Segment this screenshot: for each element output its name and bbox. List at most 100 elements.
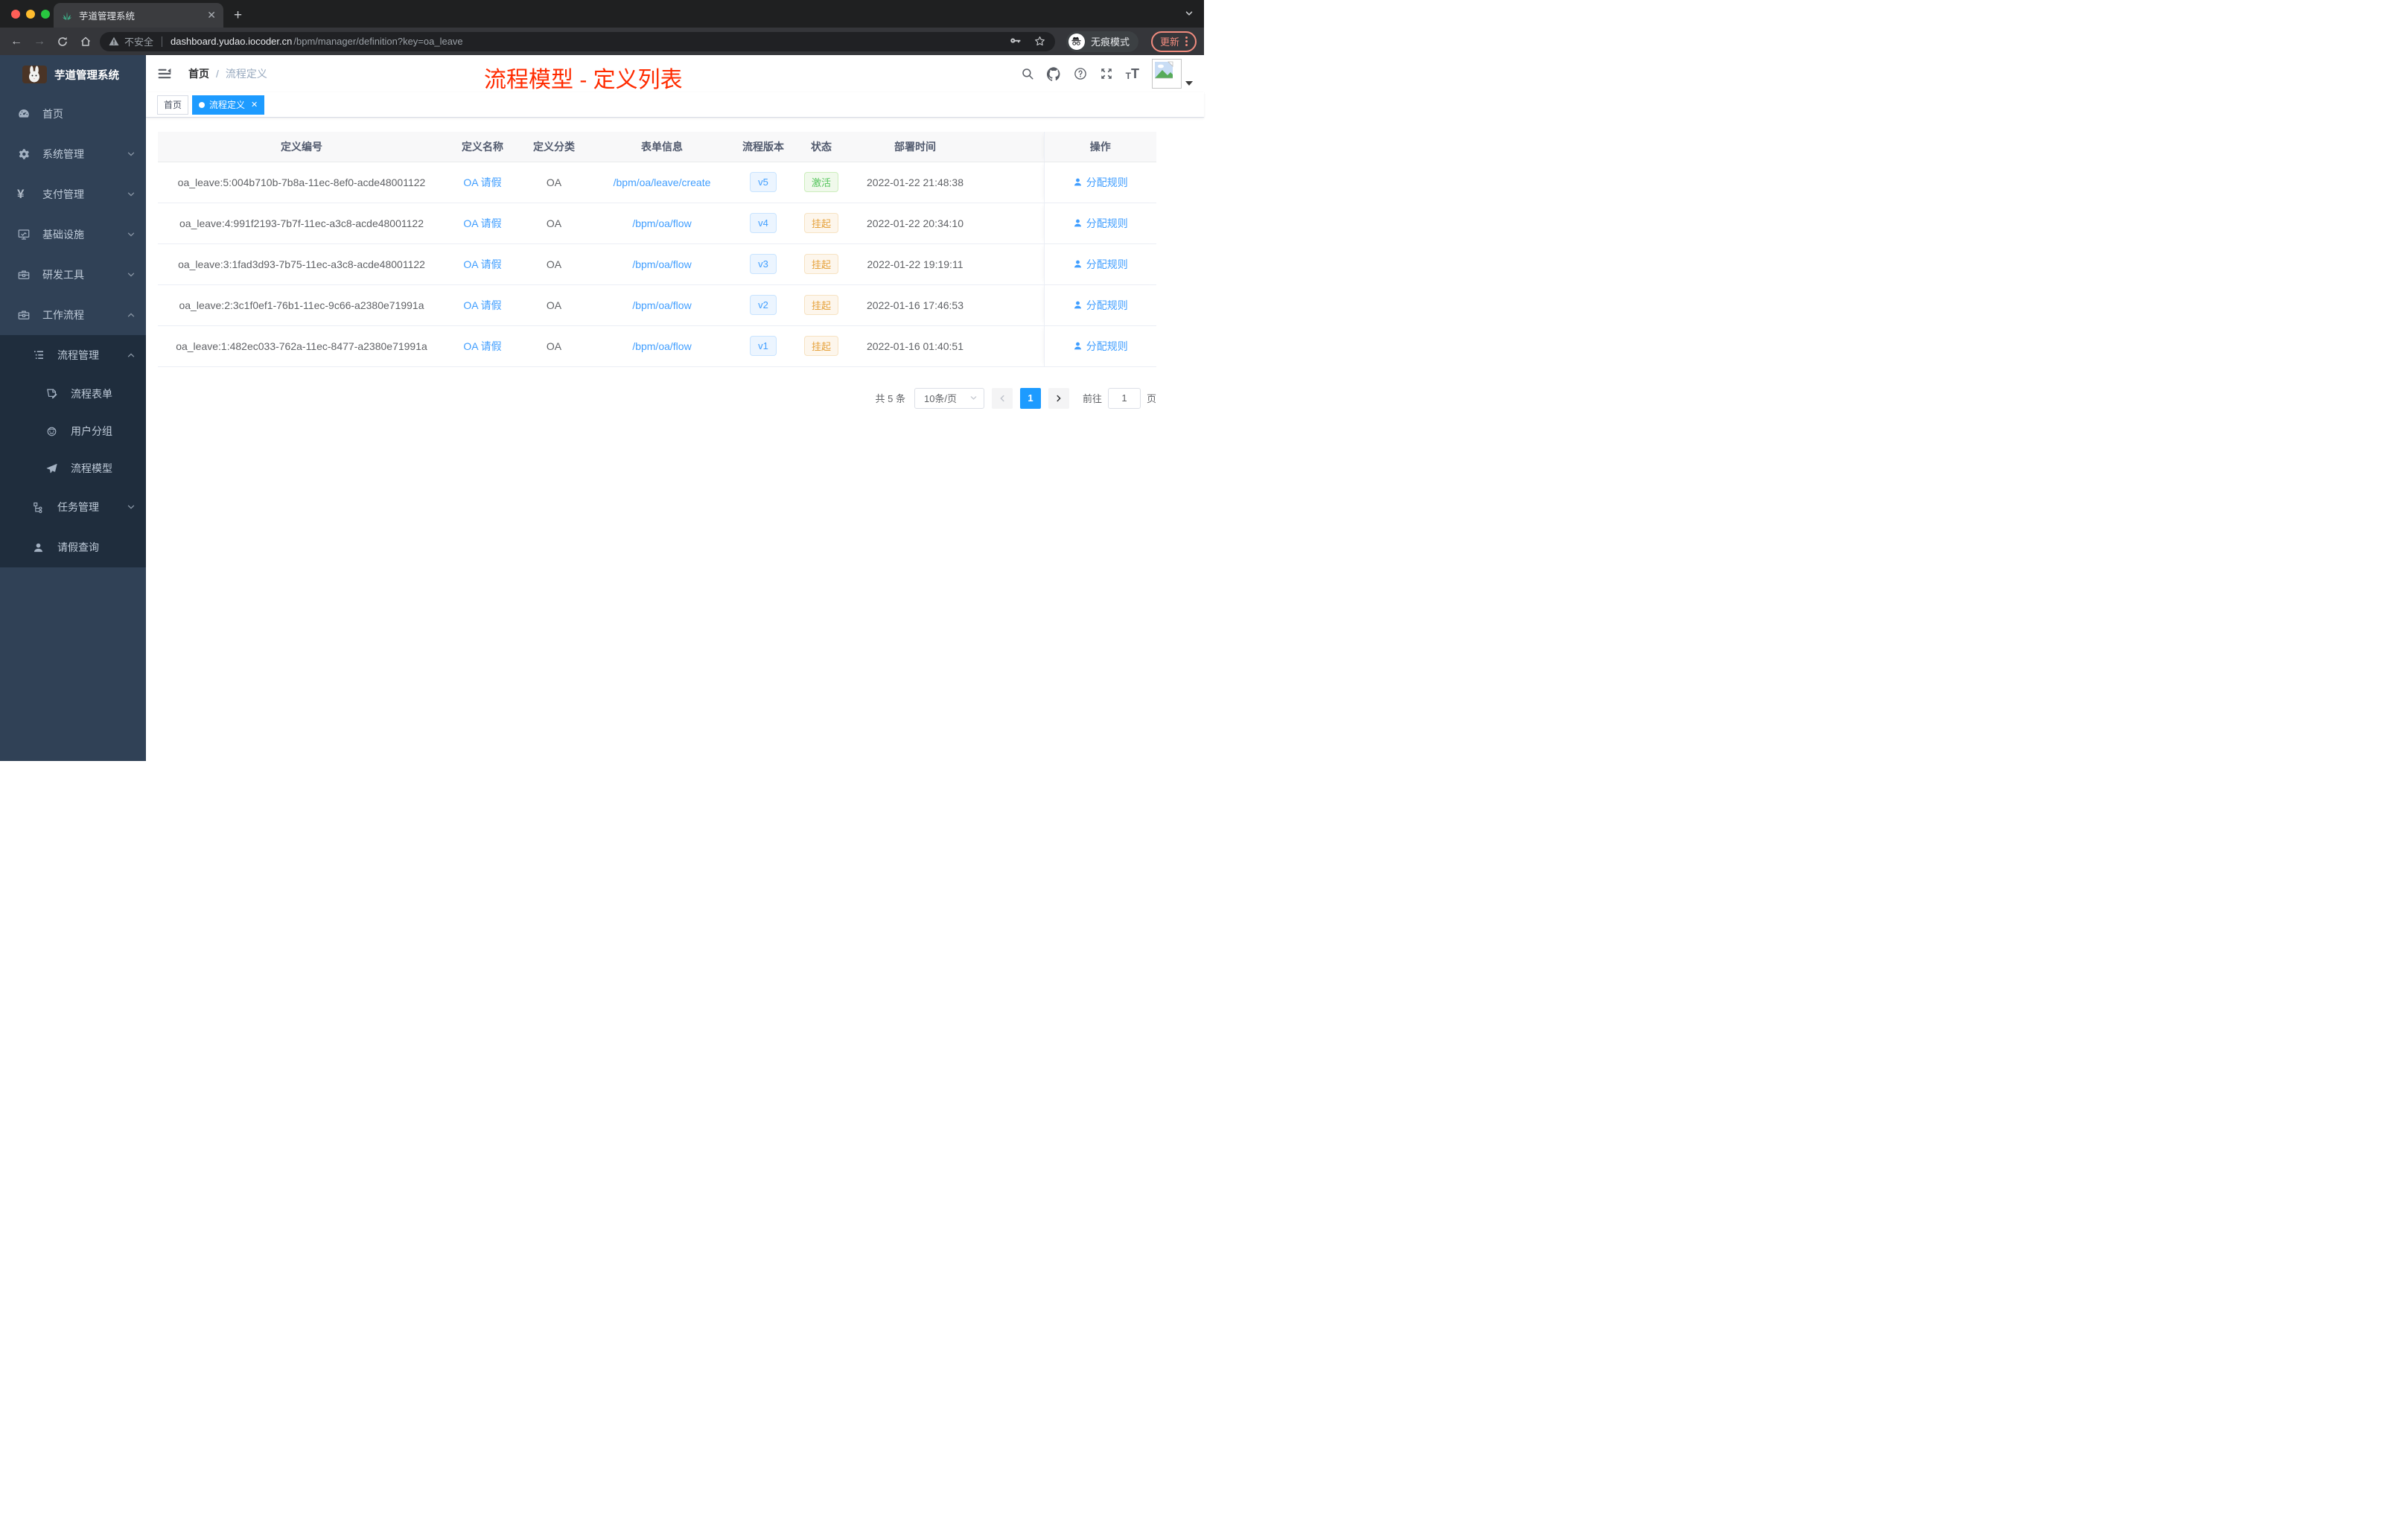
user-icon — [1074, 178, 1081, 186]
sidebar-item-label: 研发工具 — [42, 269, 84, 281]
back-icon[interactable]: ← — [7, 35, 25, 48]
chevron-up-icon — [127, 311, 136, 319]
breadcrumb-home[interactable]: 首页 — [188, 66, 209, 81]
browser-update-button[interactable]: 更新 — [1150, 31, 1197, 52]
github-icon[interactable] — [1046, 66, 1061, 81]
status-badge: 激活 — [803, 172, 838, 192]
tag-close-icon[interactable]: ✕ — [251, 100, 258, 109]
pagination: 共 5 条 10条/页 1 前往 1 页 — [158, 387, 1156, 409]
sidebar-item-leave-query[interactable]: 请假查询 — [0, 527, 146, 567]
assign-rule-link[interactable]: 分配规则 — [1073, 257, 1128, 272]
table-row: oa_leave:1:482ec033-762a-11ec-8477-a2380… — [158, 325, 1156, 367]
main-area: 首页 / 流程定义 TT 首页 流程定义 ✕ 定义编号 定义名称 定义分类 表单… — [146, 55, 1204, 761]
avatar[interactable] — [1152, 59, 1182, 89]
browser-tab[interactable]: 芋道管理系统 ✕ — [54, 3, 223, 28]
window-controls[interactable] — [11, 10, 50, 19]
version-badge: v3 — [750, 254, 777, 274]
sidebar-item-system[interactable]: 系统管理 — [0, 134, 146, 174]
caret-down-icon — [1185, 81, 1193, 86]
definition-category: OA — [520, 325, 588, 367]
definition-name-link[interactable]: OA 请假 — [463, 176, 501, 188]
sidebar-item-task-management[interactable]: 任务管理 — [0, 487, 146, 527]
form-link[interactable]: /bpm/oa/flow — [632, 299, 691, 311]
new-tab-button[interactable]: + — [234, 7, 242, 28]
col-definition-category: 定义分类 — [520, 132, 588, 162]
sidebar-item-infrastructure[interactable]: 基础设施 — [0, 214, 146, 255]
definition-name-link[interactable]: OA 请假 — [463, 258, 501, 270]
goto-page-input[interactable]: 1 — [1107, 387, 1141, 409]
sidebar-item-label: 任务管理 — [57, 501, 99, 513]
tab-close-icon[interactable]: ✕ — [207, 9, 216, 22]
sidebar-item-devtools[interactable]: 研发工具 — [0, 255, 146, 295]
deploy-time: 2022-01-16 17:46:53 — [852, 284, 978, 326]
url-host: dashboard.yudao.iocoder.cn — [171, 36, 293, 47]
zoom-window-button[interactable] — [41, 10, 50, 19]
form-link[interactable]: /bpm/oa/flow — [632, 217, 691, 229]
tag-process-definition[interactable]: 流程定义 ✕ — [192, 95, 265, 115]
url-path: /bpm/manager/definition?key=oa_leave — [293, 36, 463, 47]
form-link[interactable]: /bpm/oa/flow — [632, 258, 691, 270]
next-page-button[interactable] — [1048, 387, 1069, 409]
help-icon[interactable] — [1074, 67, 1087, 80]
form-link[interactable]: /bpm/oa/flow — [632, 340, 691, 352]
browser-menu-icon[interactable] — [1185, 36, 1188, 46]
bookmark-star-icon[interactable] — [1033, 35, 1046, 48]
security-label: 不安全 — [124, 36, 154, 48]
sidebar-item-payment[interactable]: ¥ 支付管理 — [0, 174, 146, 214]
security-warning-icon[interactable] — [109, 36, 119, 46]
incognito-label: 无痕模式 — [1090, 36, 1130, 48]
robot-icon — [45, 425, 59, 438]
table-row: oa_leave:4:991f2193-7b7f-11ec-a3c8-acde4… — [158, 203, 1156, 244]
definition-name-link[interactable]: OA 请假 — [463, 299, 501, 311]
table-row: oa_leave:2:3c1f0ef1-76b1-11ec-9c66-a2380… — [158, 284, 1156, 326]
sidebar-item-home[interactable]: 首页 — [0, 94, 146, 134]
goto-page: 前往 1 页 — [1083, 387, 1156, 409]
sidebar-item-label: 支付管理 — [42, 188, 84, 200]
page-content: 定义编号 定义名称 定义分类 表单信息 流程版本 状态 部署时间 操作 oa_l… — [146, 118, 1204, 409]
chevron-down-icon — [127, 230, 136, 239]
minimize-window-button[interactable] — [26, 10, 35, 19]
reload-icon[interactable] — [54, 36, 71, 48]
toolbox-icon — [17, 308, 31, 322]
tab-search-icon[interactable] — [1185, 9, 1194, 18]
current-page-button[interactable]: 1 — [1019, 387, 1041, 409]
logo-avatar — [22, 66, 47, 83]
home-icon[interactable] — [77, 36, 95, 48]
col-definition-name: 定义名称 — [445, 132, 520, 162]
sidebar-item-label: 请假查询 — [57, 541, 99, 553]
definition-name-link[interactable]: OA 请假 — [463, 340, 501, 352]
form-link[interactable]: /bpm/oa/leave/create — [614, 176, 711, 188]
close-window-button[interactable] — [11, 10, 20, 19]
page-size-select[interactable]: 10条/页 — [914, 387, 984, 409]
sidebar-logo[interactable]: 芋道管理系统 — [0, 55, 146, 94]
assign-rule-link[interactable]: 分配规则 — [1073, 298, 1128, 313]
forward-icon[interactable]: → — [31, 35, 48, 48]
version-badge: v2 — [750, 295, 777, 315]
paper-plane-icon — [45, 462, 59, 475]
assign-rule-link[interactable]: 分配规则 — [1073, 175, 1128, 190]
col-form-info: 表单信息 — [588, 132, 736, 162]
prev-page-button[interactable] — [991, 387, 1013, 409]
sidebar-collapse-icon[interactable] — [157, 66, 172, 81]
tag-home[interactable]: 首页 — [157, 95, 189, 115]
status-badge: 挂起 — [803, 213, 838, 233]
assign-rule-link[interactable]: 分配规则 — [1073, 216, 1128, 231]
fullscreen-icon[interactable] — [1100, 67, 1113, 80]
sidebar-item-process-form[interactable]: 流程表单 — [0, 375, 146, 413]
tag-label: 流程定义 — [209, 100, 246, 110]
sidebar-item-process-model[interactable]: 流程模型 — [0, 450, 146, 487]
assign-rule-link[interactable]: 分配规则 — [1073, 339, 1128, 354]
password-key-icon[interactable] — [1009, 35, 1022, 48]
definition-id: oa_leave:4:991f2193-7b7f-11ec-a3c8-acde4… — [158, 203, 445, 244]
sidebar-item-process-management[interactable]: 流程管理 — [0, 335, 146, 375]
address-bar[interactable]: 不安全 dashboard.yudao.iocoder.cn /bpm/mana… — [100, 31, 1055, 51]
font-size-icon[interactable]: TT — [1126, 67, 1139, 80]
sidebar-item-label: 基础设施 — [42, 229, 84, 241]
sidebar-item-user-group[interactable]: 用户分组 — [0, 413, 146, 450]
definition-name-link[interactable]: OA 请假 — [463, 217, 501, 229]
search-icon[interactable] — [1021, 67, 1034, 80]
user-icon — [1074, 342, 1081, 350]
user-avatar-dropdown[interactable] — [1152, 59, 1193, 89]
yen-icon: ¥ — [17, 187, 25, 201]
sidebar-item-workflow[interactable]: 工作流程 — [0, 295, 146, 335]
